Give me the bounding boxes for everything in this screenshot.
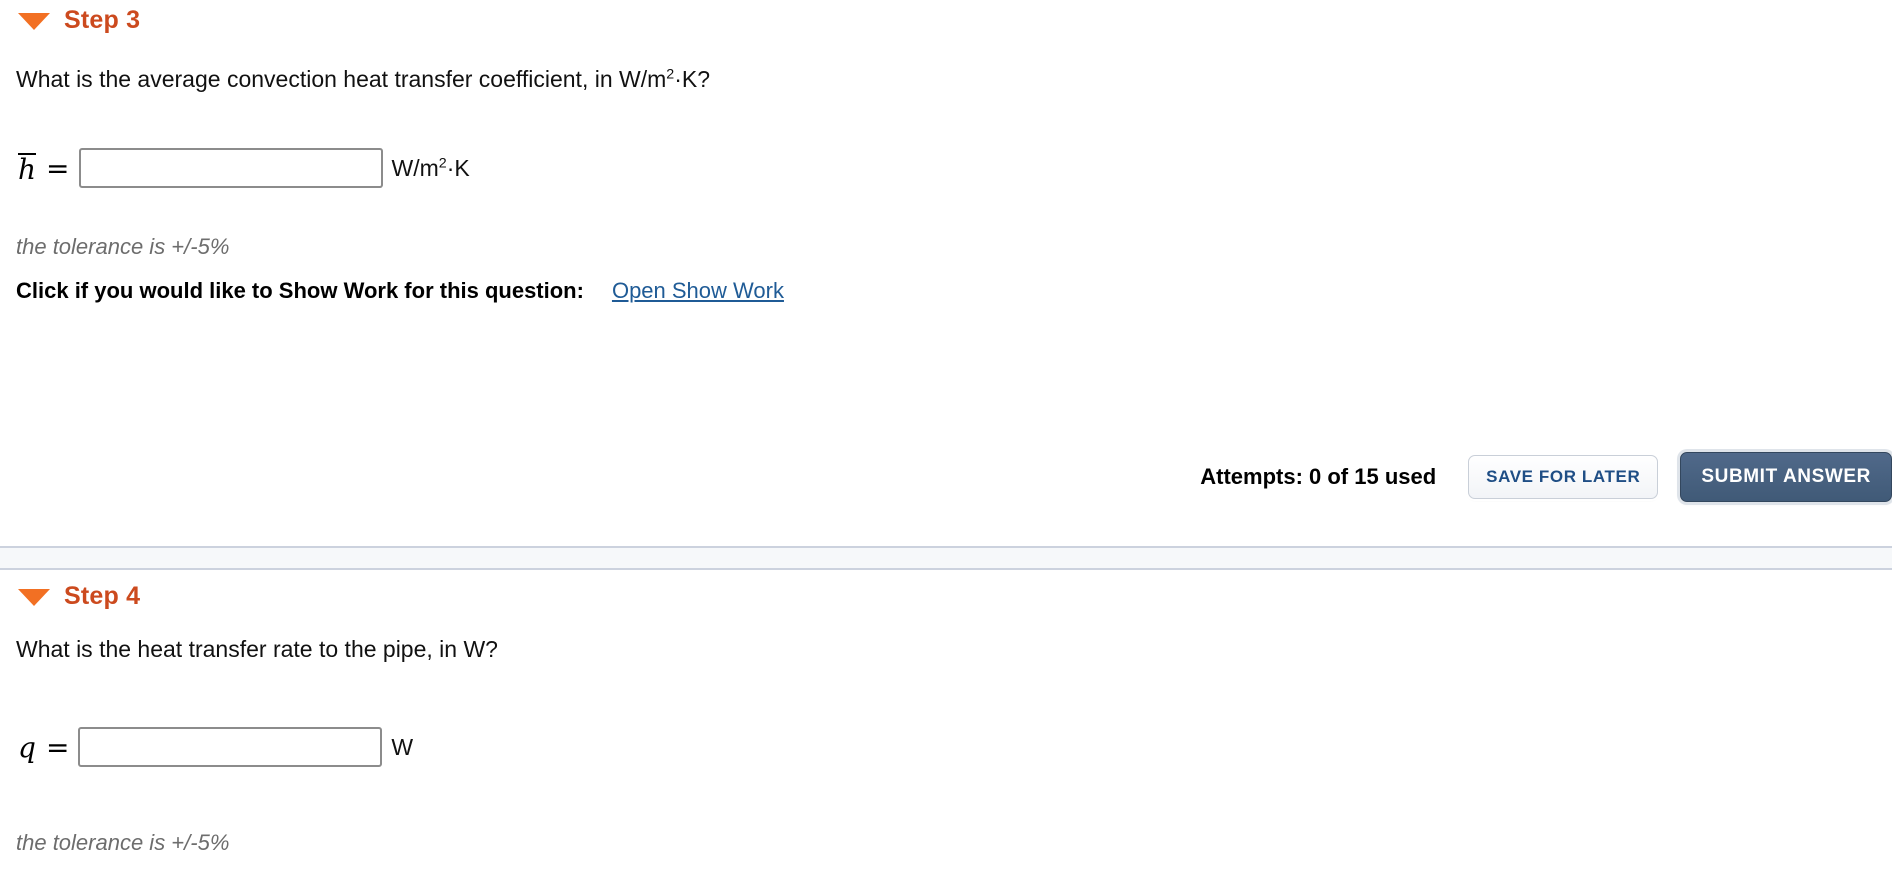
step-3-unit-suffix: ·K [446,154,470,181]
triangle-down-icon[interactable] [18,13,50,30]
step-4-title: Step 4 [64,582,141,610]
step-3-variable: h [18,152,37,186]
step-4-question-prefix: What is the heat transfer rate to the pi… [16,636,498,662]
step-4-variable-label: q [18,731,36,764]
step-4-header[interactable]: Step 4 [0,582,140,611]
triangle-down-icon[interactable] [18,589,50,606]
step-3-title: Step 3 [64,6,141,34]
step-3-variable-label: h [18,152,37,186]
step-3-answer-row: h = W/m2·K [0,148,470,188]
step-3-unit-prefix: W/m [391,154,439,181]
step-3-answer-input[interactable] [78,148,383,188]
show-work-label: Click if you would like to Show Work for… [16,278,584,303]
step-3-question-suffix: ·K? [674,66,711,92]
submit-answer-button[interactable]: SUBMIT ANSWER [1680,452,1892,502]
step-3-actions-row: Attempts: 0 of 15 used SAVE FOR LATER SU… [0,452,1892,502]
step-4-unit-label: W [391,734,413,761]
step-3-unit-exponent: 2 [438,154,447,171]
step-divider [0,546,1892,570]
step-4-question: What is the heat transfer rate to the pi… [0,636,498,664]
step-4-unit-prefix: W [391,733,414,760]
step-3-question: What is the average convection heat tran… [0,66,710,94]
open-show-work-link[interactable]: Open Show Work [612,278,784,304]
step-4-equals-sign: = [45,730,70,764]
step-3-equals-sign: = [46,151,70,185]
step-4-answer-input[interactable] [78,727,383,767]
step-3-unit-label: W/m2·K [392,155,470,182]
step-3-show-work-row: Click if you would like to Show Work for… [0,278,784,304]
step-3-header[interactable]: Step 3 [0,6,140,35]
step-4-tolerance: the tolerance is +/-5% [16,830,230,855]
step-3-tolerance: the tolerance is +/-5% [16,234,230,259]
step-4-answer-row: q = W [0,727,413,767]
attempts-counter: Attempts: 0 of 15 used [1200,464,1437,489]
save-for-later-button[interactable]: SAVE FOR LATER [1468,455,1659,499]
step-3-question-prefix: What is the average convection heat tran… [16,66,667,92]
step-4-variable: q [18,730,36,764]
